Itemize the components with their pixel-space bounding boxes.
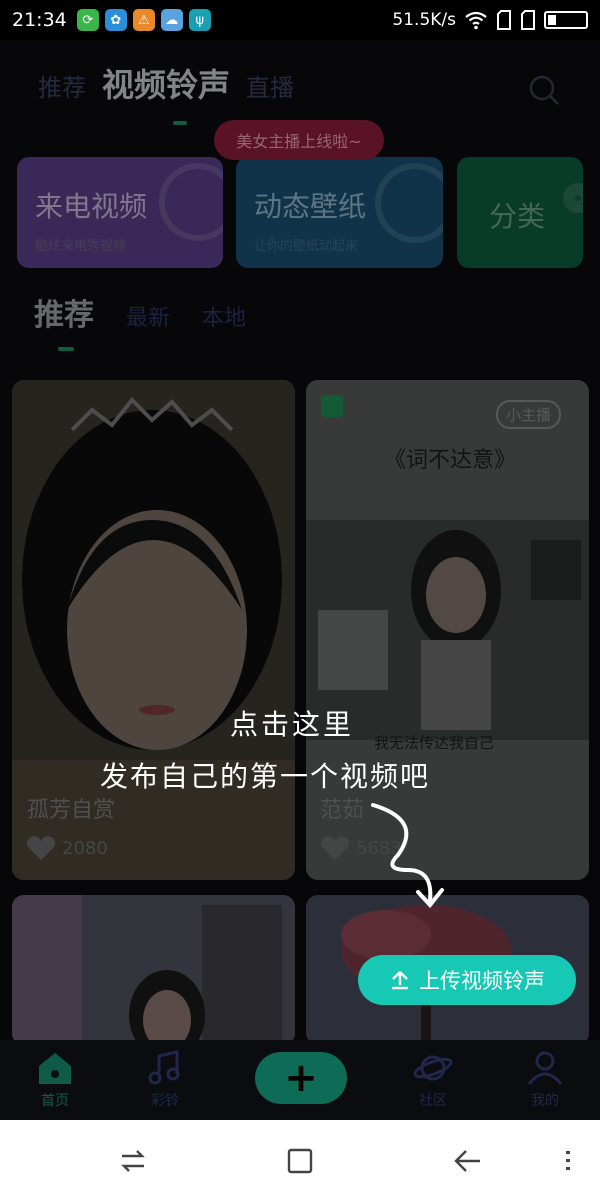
video-author-name: 孤芳自赏 bbox=[27, 798, 116, 823]
tab-live[interactable]: 直播 bbox=[246, 68, 294, 103]
tab-indicator bbox=[173, 121, 187, 125]
music-note-icon bbox=[148, 1050, 180, 1085]
onboarding-hint-line2: 发布自己的第一个视频吧 bbox=[100, 760, 431, 793]
category-card-categories[interactable]: 分类 bbox=[457, 157, 583, 268]
feed-tabs: 推荐 最新 本地 bbox=[34, 290, 278, 334]
sim-icon bbox=[521, 10, 535, 30]
recent-apps-icon[interactable] bbox=[118, 1146, 148, 1176]
status-bar: 21:34 ⟳ ✿ ⚠ ☁ ψ 51.5K/s bbox=[0, 0, 600, 40]
video-author-name: 范茹 bbox=[320, 798, 365, 823]
nav-label: 首页 bbox=[41, 1093, 69, 1109]
video-card[interactable]: 孤芳自赏 2080 bbox=[12, 380, 295, 880]
live-promo-badge[interactable]: 美女主播上线啦~ bbox=[214, 120, 384, 160]
nav-label: 彩铃 bbox=[151, 1093, 179, 1109]
home-icon bbox=[39, 1053, 71, 1084]
app-screen: 21:34 ⟳ ✿ ⚠ ☁ ψ 51.5K/s 推荐 视频铃声 直播 来电视频 … bbox=[0, 0, 600, 1200]
status-time: 21:34 bbox=[12, 9, 67, 31]
home-square-icon[interactable] bbox=[285, 1146, 315, 1176]
warning-icon: ⚠ bbox=[132, 9, 155, 31]
nav-home[interactable]: 首页 bbox=[20, 1050, 90, 1110]
feed-tab-indicator bbox=[58, 347, 74, 351]
status-right: 51.5K/s bbox=[392, 9, 588, 31]
planet-icon bbox=[413, 1055, 453, 1081]
nav-label: 我的 bbox=[531, 1093, 559, 1109]
back-icon[interactable] bbox=[452, 1146, 482, 1176]
app-notification-icon: ✿ bbox=[104, 9, 127, 31]
wifi-icon bbox=[465, 11, 487, 30]
heart-icon bbox=[26, 836, 56, 860]
like-count-value: 2080 bbox=[62, 837, 108, 859]
song-title: 《词不达意》 bbox=[384, 448, 517, 473]
battery-icon bbox=[544, 11, 588, 29]
upload-video-ringtone-button[interactable]: 上传视频铃声 bbox=[358, 955, 576, 1005]
category-card-live-wallpaper[interactable]: 动态壁纸 让你的壁纸动起来 bbox=[236, 157, 443, 268]
onboarding-hint-line1: 点击这里 bbox=[230, 708, 355, 741]
hint-arrow-icon bbox=[371, 803, 444, 909]
tab-video-ringtone[interactable]: 视频铃声 bbox=[102, 60, 230, 106]
search-icon[interactable] bbox=[528, 74, 560, 106]
video-caption: 我无法传达我自己 bbox=[374, 734, 495, 752]
nav-label: 社区 bbox=[419, 1093, 447, 1109]
nav-community[interactable]: 社区 bbox=[398, 1050, 468, 1110]
user-icon bbox=[527, 1051, 563, 1085]
menu-icon[interactable] bbox=[562, 1146, 574, 1176]
tab-recommend[interactable]: 推荐 bbox=[38, 68, 86, 103]
add-video-button[interactable]: + bbox=[255, 1052, 347, 1104]
tab-feed-latest[interactable]: 最新 bbox=[126, 300, 170, 332]
video-card[interactable] bbox=[12, 895, 295, 1045]
app-notification-icon: ☁ bbox=[160, 9, 183, 31]
app-notification-icon: ⟳ bbox=[76, 9, 99, 31]
upload-icon bbox=[392, 971, 408, 990]
system-nav-bar bbox=[0, 1120, 600, 1200]
nav-profile[interactable]: 我的 bbox=[510, 1050, 580, 1110]
top-tabs: 推荐 视频铃声 直播 bbox=[0, 60, 600, 120]
creator-badge: 小主播 bbox=[496, 400, 562, 429]
video-thumbnail bbox=[12, 895, 295, 1045]
tab-feed-recommend[interactable]: 推荐 bbox=[34, 290, 94, 334]
category-card-incoming-video[interactable]: 来电视频 酷炫来电秀视频 bbox=[17, 157, 223, 268]
decor-ring bbox=[375, 163, 443, 243]
decor-ring bbox=[159, 163, 223, 241]
heart-icon bbox=[320, 836, 350, 860]
nav-ringtone[interactable]: 彩铃 bbox=[130, 1050, 200, 1110]
tab-feed-local[interactable]: 本地 bbox=[202, 300, 246, 332]
app-notification-icon: ψ bbox=[188, 9, 211, 31]
sim-icon bbox=[497, 10, 511, 30]
upload-button-label: 上传视频铃声 bbox=[419, 969, 545, 993]
like-count[interactable]: 2080 bbox=[26, 835, 108, 861]
network-speed: 51.5K/s bbox=[392, 10, 456, 30]
bottom-nav: 首页 彩铃 + 社区 我的 bbox=[0, 1040, 600, 1120]
